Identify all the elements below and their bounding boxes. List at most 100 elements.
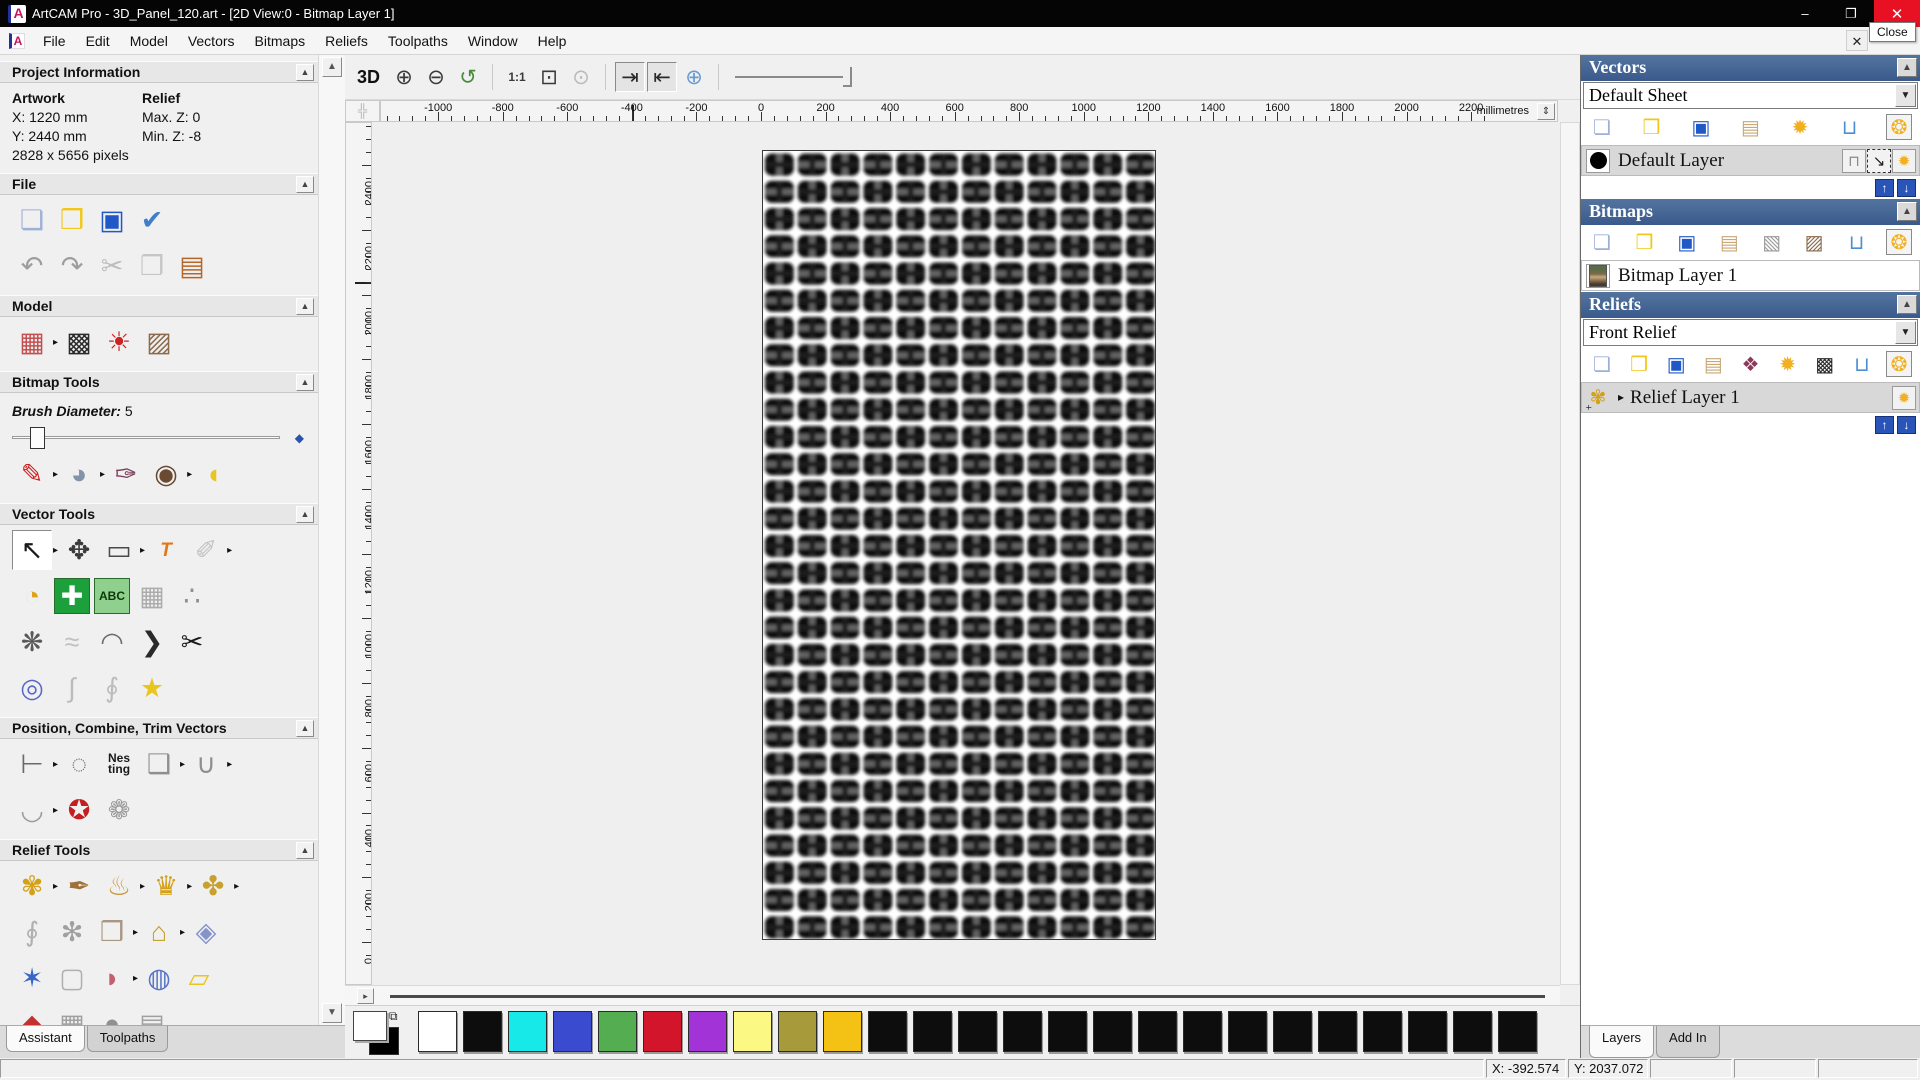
save-bitmap-layer[interactable]: ▣	[1674, 229, 1700, 255]
relief-layer-row[interactable]: ✾ + ▸ Relief Layer 1 ✹	[1581, 382, 1920, 414]
star-relief[interactable]: ✶	[12, 958, 52, 998]
tab-add-in[interactable]: Add In	[1656, 1026, 1720, 1058]
greyscale-relief[interactable]: ▩	[1812, 351, 1838, 377]
grid-relief-tool[interactable]: ▤	[132, 1004, 172, 1025]
adjust-model[interactable]: ▩	[59, 322, 99, 362]
palette-swatch-20[interactable]	[1318, 1011, 1357, 1052]
tab-assistant[interactable]: Assistant	[6, 1026, 85, 1052]
palette-swatch-12[interactable]	[958, 1011, 997, 1052]
copy[interactable]: ❐	[132, 246, 172, 286]
set-lighting[interactable]: ☀	[99, 322, 139, 362]
palette-swatch-1[interactable]	[463, 1011, 502, 1052]
palette-swatch-22[interactable]	[1408, 1011, 1447, 1052]
free-sketch[interactable]: ≈	[52, 622, 92, 662]
sheet-selector-dropdown-icon[interactable]: ▼	[1895, 84, 1916, 107]
flood-fill[interactable]: ◕	[59, 454, 99, 494]
erase[interactable]: ◖	[193, 454, 233, 494]
relief-stack[interactable]: ❖	[1738, 351, 1764, 377]
zoom-in[interactable]: ⊕	[389, 62, 419, 92]
save-relief-layer[interactable]: ▣	[1663, 351, 1689, 377]
move-layer-up-button[interactable]: ↑	[1875, 179, 1894, 197]
menu-window[interactable]: Window	[458, 29, 528, 53]
palette-swatch-24[interactable]	[1498, 1011, 1537, 1052]
flood-fill-flyout-arrow[interactable]: ▸	[100, 469, 105, 480]
trim-vectors[interactable]: ✂	[172, 622, 212, 662]
palette-swatch-5[interactable]	[643, 1011, 682, 1052]
node-editing[interactable]: ❋	[12, 622, 52, 662]
menu-reliefs[interactable]: Reliefs	[315, 29, 378, 53]
weld-vectors[interactable]: ∪	[186, 744, 226, 784]
move-layer-down-button[interactable]: ↓	[1897, 179, 1916, 197]
new-relief-layer[interactable]: ❏	[1589, 351, 1615, 377]
menu-help[interactable]: Help	[528, 29, 577, 53]
texture-text[interactable]: ABC	[94, 578, 130, 614]
create-rectangle[interactable]: ▭	[99, 530, 139, 570]
collapse-reliefs-button[interactable]: ▲	[1897, 295, 1917, 314]
nesting[interactable]: Nes ting	[99, 744, 139, 784]
vector-layer-row[interactable]: Default Layer ⊓ ↘ ✹	[1581, 145, 1920, 176]
palette-swatch-2[interactable]	[508, 1011, 547, 1052]
mirror-curve[interactable]: ∮	[92, 668, 132, 708]
menu-bitmaps[interactable]: Bitmaps	[245, 29, 316, 53]
delete-bitmap-layer[interactable]: ⊔	[1844, 229, 1870, 255]
bitmap-layer-name[interactable]: Bitmap Layer 1	[1618, 265, 1737, 287]
scroll-down-button[interactable]: ▼	[322, 1003, 342, 1023]
artwork-panel[interactable]	[762, 150, 1156, 940]
pan-view[interactable]: ⊕	[679, 62, 709, 92]
palette-swatch-3[interactable]	[553, 1011, 592, 1052]
weld-vectors-flyout-arrow[interactable]: ▸	[227, 759, 232, 770]
align-vectors-flyout-arrow[interactable]: ▸	[53, 759, 58, 770]
new-model[interactable]: ❏	[12, 200, 52, 240]
switch-to-3d-button[interactable]: 3D	[351, 65, 386, 90]
fade-slider-track[interactable]	[735, 76, 844, 78]
toggle-all-vector-layers[interactable]: ❂	[1886, 114, 1912, 140]
primary-secondary-colours[interactable]: ⧉	[353, 1009, 409, 1055]
collapse-bitmap-tools-button[interactable]: ▲	[296, 374, 314, 391]
zoom-selection[interactable]: ⊙	[566, 62, 596, 92]
zoom-previous[interactable]: ↺	[453, 62, 483, 92]
open-bitmap-layer[interactable]: ❒	[1631, 229, 1657, 255]
relief-selector[interactable]: Front Relief ▼	[1583, 319, 1918, 346]
join-vectors[interactable]: ◡	[12, 790, 52, 830]
envelope-distort[interactable]: ▦	[132, 576, 172, 616]
collapse-file-button[interactable]: ▲	[296, 176, 314, 193]
menu-toolpaths[interactable]: Toolpaths	[378, 29, 458, 53]
move-relief-up-button[interactable]: ↑	[1875, 416, 1894, 434]
cut[interactable]: ✂	[92, 246, 132, 286]
restore-button[interactable]: ❐	[1828, 0, 1874, 27]
create-text[interactable]: T	[146, 530, 186, 570]
measure-flyout-arrow[interactable]: ▸	[227, 545, 232, 556]
link-colours-icon[interactable]: ⧉	[389, 1009, 398, 1024]
minimize-button[interactable]: –	[1782, 0, 1828, 27]
relief-preset[interactable]: ✤	[193, 866, 233, 906]
carve[interactable]: ✒	[59, 866, 99, 906]
vector-texture[interactable]: ✪	[59, 790, 99, 830]
relief-library[interactable]: ❒	[92, 912, 132, 952]
collapse-position-button[interactable]: ▲	[296, 720, 314, 737]
collapse-relief-tools-button[interactable]: ▲	[296, 842, 314, 859]
red-relief-tool[interactable]: ◆	[12, 1004, 52, 1025]
toggle-all-bitmap-layers[interactable]: ❂	[1885, 229, 1912, 255]
collapse-vectors-button[interactable]: ▲	[1897, 58, 1917, 77]
palette-swatch-0[interactable]	[418, 1011, 457, 1052]
dome-relief-tool[interactable]: ◓	[92, 1004, 132, 1025]
drape-relief[interactable]: ◗	[92, 958, 132, 998]
zoom-fit[interactable]: ⊡	[534, 62, 564, 92]
zoom-out[interactable]: ⊖	[421, 62, 451, 92]
palette-swatch-18[interactable]	[1228, 1011, 1267, 1052]
vertical-scrollbar[interactable]	[1560, 122, 1580, 985]
palette-swatch-23[interactable]	[1453, 1011, 1492, 1052]
menu-file[interactable]: File	[33, 29, 76, 53]
layer-visibility-page[interactable]: ✹	[1787, 114, 1813, 140]
measure-tape[interactable]: ◔	[12, 576, 52, 616]
drape-relief-flyout-arrow[interactable]: ▸	[133, 973, 138, 984]
fade-slider[interactable]	[735, 65, 865, 89]
sheet-selector[interactable]: Default Sheet ▼	[1583, 82, 1918, 109]
layer-colour-swatch[interactable]	[1586, 148, 1610, 173]
palette-swatch-21[interactable]	[1363, 1011, 1402, 1052]
palette-swatch-13[interactable]	[1003, 1011, 1042, 1052]
snap-layer[interactable]: ↘	[1867, 149, 1891, 173]
snap-to-grid[interactable]: ⇥	[615, 62, 646, 92]
lock-layer[interactable]: ⊓	[1842, 149, 1866, 173]
relief-visible-bulb-button[interactable]: ✹	[1892, 386, 1916, 410]
